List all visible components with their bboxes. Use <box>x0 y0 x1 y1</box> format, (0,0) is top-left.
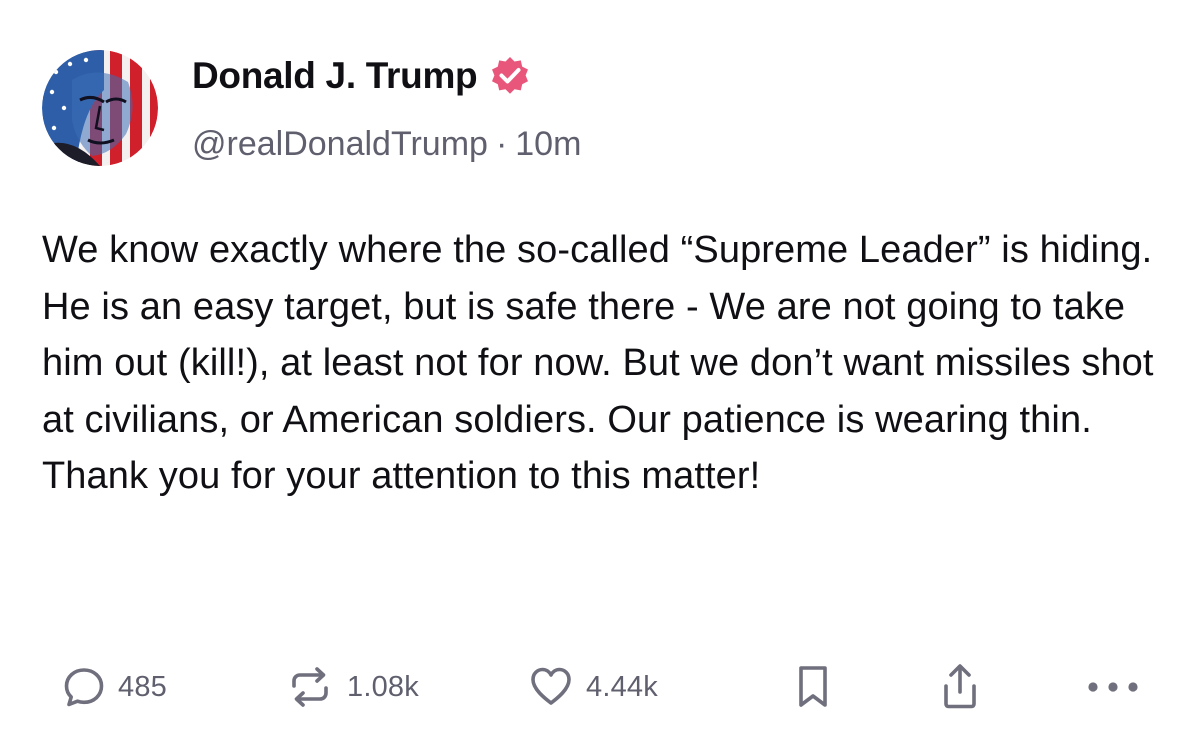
separator-dot: · <box>495 125 508 163</box>
speech-bubble-icon <box>64 668 104 707</box>
post-card: Donald J. Trump @realDonaldTrump · 10m We … <box>0 0 1200 745</box>
action-bar: 485 1.08k 4.44k <box>0 655 1200 719</box>
like-count: 4.44k <box>586 670 658 703</box>
repost-arrows-icon <box>292 667 328 707</box>
author-display-name[interactable]: Donald J. Trump <box>192 52 478 100</box>
reply-button[interactable]: 485 <box>62 655 167 719</box>
like-button[interactable]: 4.44k <box>528 655 658 719</box>
post-timestamp[interactable]: 10m <box>515 125 581 163</box>
share-button[interactable] <box>938 655 982 719</box>
avatar[interactable] <box>42 50 158 166</box>
handle-time-row: @realDonaldTrump · 10m <box>192 122 581 166</box>
reply-count: 485 <box>118 670 167 703</box>
post-text: We know exactly where the so-called “Sup… <box>42 229 1154 497</box>
repost-count: 1.08k <box>347 670 419 703</box>
avatar-image <box>42 50 158 166</box>
share-upload-icon <box>944 664 976 709</box>
repost-button[interactable]: 1.08k <box>285 655 419 719</box>
more-dots-icon <box>1088 682 1138 692</box>
author-handle[interactable]: @realDonaldTrump <box>192 125 488 163</box>
heart-icon <box>531 667 571 705</box>
author-name-row[interactable]: Donald J. Trump <box>192 52 533 100</box>
verified-badge-icon <box>487 54 533 100</box>
more-options-button[interactable] <box>1085 655 1141 719</box>
bookmark-button[interactable] <box>793 655 833 719</box>
bookmark-icon <box>799 666 827 707</box>
